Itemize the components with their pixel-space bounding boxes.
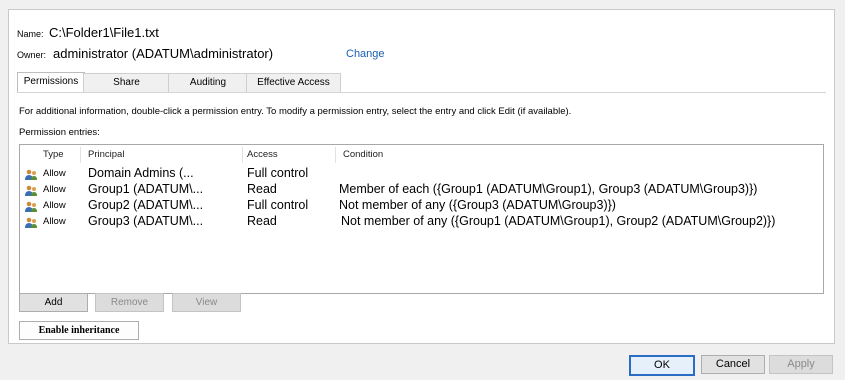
entry-type: Allow [43,216,66,227]
users-icon [24,168,38,180]
entry-principal: Group3 (ADATUM\... [88,214,204,228]
table-row[interactable]: Allow Group3 (ADATUM\... Read Not member… [20,214,823,230]
table-row[interactable]: Allow Group1 (ADATUM\... Read Member of … [20,182,823,198]
column-header-access[interactable]: Access [247,149,278,160]
permission-entries-label: Permission entries: [19,127,100,138]
apply-button[interactable]: Apply [769,355,833,374]
column-header-principal[interactable]: Principal [88,149,124,160]
change-owner-link[interactable]: Change [346,48,385,60]
entry-access: Full control [247,198,309,212]
table-row[interactable]: Allow Group2 (ADATUM\... Full control No… [20,198,823,214]
column-divider [80,147,81,163]
object-name: C:\Folder1\File1.txt [49,25,159,40]
owner-label: Owner: [17,50,47,60]
name-label: Name: [17,29,44,39]
advanced-security-panel: Name: C:\Folder1\File1.txt Owner: admini… [8,9,835,344]
ok-button[interactable]: OK [629,355,695,376]
column-divider [242,147,243,163]
tab-divider [17,92,826,93]
users-icon [24,184,38,196]
users-icon [24,216,38,228]
column-header-type[interactable]: Type [43,149,64,160]
column-divider [335,147,336,163]
entry-principal: Domain Admins (... [88,166,194,180]
owner-value: administrator (ADATUM\administrator) [53,46,274,61]
entry-type: Allow [43,200,66,211]
entry-condition: Not member of any ({Group3 (ADATUM\Group… [339,198,616,212]
entry-principal: Group2 (ADATUM\... [88,198,204,212]
add-button[interactable]: Add [19,293,88,312]
entry-type: Allow [43,184,66,195]
permission-entries-list[interactable]: Type Principal Access Condition Allow Do… [19,144,824,294]
tab-effective-access[interactable]: Effective Access [246,73,341,92]
entry-principal: Group1 (ADATUM\... [88,182,204,196]
view-button[interactable]: View [172,293,241,312]
info-text: For additional information, double-click… [19,106,572,117]
tab-permissions[interactable]: Permissions [17,72,85,93]
remove-button[interactable]: Remove [95,293,164,312]
table-row[interactable]: Allow Domain Admins (... Full control [20,166,823,182]
users-icon [24,200,38,212]
entry-access: Read [247,214,277,228]
entry-type: Allow [43,168,66,179]
entry-condition: Member of each ({Group1 (ADATUM\Group1),… [339,182,758,196]
cancel-button[interactable]: Cancel [701,355,765,374]
entry-access: Full control [247,166,309,180]
column-header-condition[interactable]: Condition [343,149,383,160]
tab-share[interactable]: Share [83,73,170,92]
enable-inheritance-button[interactable]: Enable inheritance [19,321,139,340]
tab-auditing[interactable]: Auditing [168,73,248,92]
entry-condition: Not member of any ({Group1 (ADATUM\Group… [341,214,776,228]
entry-access: Read [247,182,277,196]
